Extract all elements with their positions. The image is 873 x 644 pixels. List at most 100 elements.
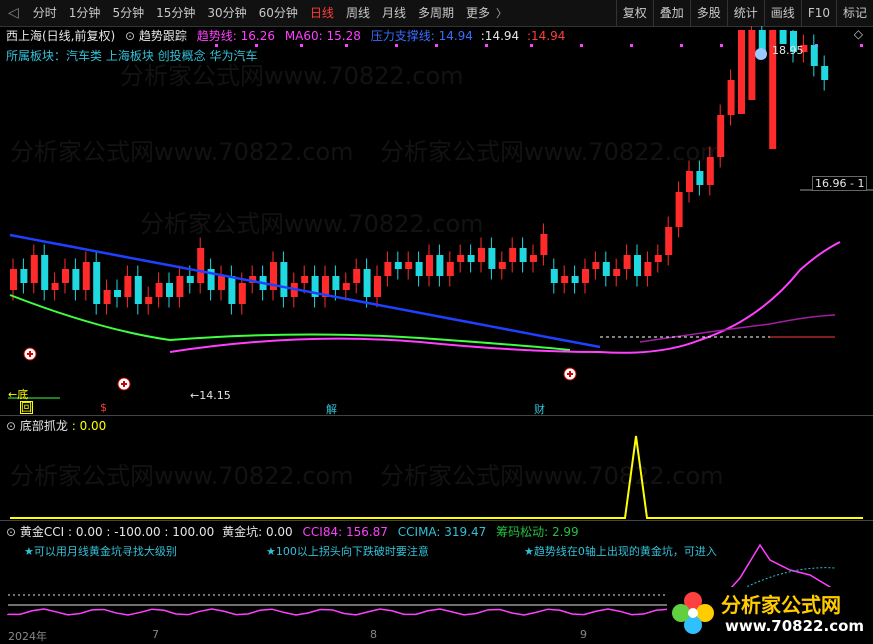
candle xyxy=(602,262,610,276)
tab-2[interactable]: 5分钟 xyxy=(106,0,150,26)
candle xyxy=(727,80,735,115)
candle xyxy=(228,276,236,304)
tab-3[interactable]: 15分钟 xyxy=(150,0,201,26)
candle xyxy=(384,262,392,276)
candle xyxy=(155,283,163,297)
candle xyxy=(561,276,569,283)
candle xyxy=(353,269,361,283)
candle xyxy=(41,255,49,290)
tab-4[interactable]: 30分钟 xyxy=(201,0,252,26)
date-label-month: 9 xyxy=(580,628,587,641)
candle xyxy=(530,255,537,262)
candle xyxy=(218,276,225,290)
candle xyxy=(634,255,641,276)
candle xyxy=(644,262,652,276)
purple-line xyxy=(639,314,836,343)
candle xyxy=(363,269,371,297)
tool-4[interactable]: 画线 xyxy=(763,0,801,26)
toolbar-tools: 复权 叠加 多股 统计 画线 F10 标记 xyxy=(615,0,873,26)
marker-dot xyxy=(345,44,348,47)
tab-7[interactable]: 周线 xyxy=(340,0,376,26)
tab-9[interactable]: 多周期 xyxy=(412,0,460,26)
bottom-marker: ←底 xyxy=(8,388,29,401)
candle xyxy=(124,276,132,297)
marker-dot xyxy=(255,44,258,47)
tab-6[interactable]: 日线 xyxy=(304,0,340,26)
candle xyxy=(405,262,413,269)
candle xyxy=(654,255,662,262)
tab-5[interactable]: 60分钟 xyxy=(253,0,304,26)
candle xyxy=(30,255,38,283)
candle xyxy=(301,276,309,283)
marker-dot xyxy=(860,44,863,47)
tool-5[interactable]: F10 xyxy=(800,0,836,26)
candle xyxy=(478,248,485,262)
candle xyxy=(166,283,173,297)
tab-0[interactable]: 分时 xyxy=(27,0,63,26)
tool-0[interactable]: 复权 xyxy=(615,0,653,26)
candlestick-chart[interactable] xyxy=(0,26,873,416)
candle xyxy=(571,276,579,283)
candle xyxy=(51,283,59,290)
pinwheel-logo-icon xyxy=(672,592,714,634)
dragon-line xyxy=(10,435,863,519)
candle xyxy=(186,276,194,283)
candle xyxy=(197,248,205,283)
marker-dot xyxy=(485,44,488,47)
candle xyxy=(436,255,444,276)
candle xyxy=(821,66,829,80)
high-marker xyxy=(755,48,767,60)
candle xyxy=(374,276,381,297)
candle xyxy=(103,290,111,304)
period-toolbar: ◁ 分时 1分钟 5分钟 15分钟 30分钟 60分钟 日线 周线 月线 多周期 更多〉 复权 叠加多… xyxy=(0,0,873,27)
candle xyxy=(394,262,402,269)
tab-10[interactable]: 更多 xyxy=(460,0,496,26)
tool-6[interactable]: 标记 xyxy=(835,0,873,26)
candle xyxy=(82,262,90,290)
tool-3[interactable]: 统计 xyxy=(726,0,764,26)
candle xyxy=(498,262,506,269)
candle xyxy=(665,227,673,255)
candle xyxy=(810,45,818,66)
candle xyxy=(114,290,121,297)
candle xyxy=(686,171,693,192)
candle xyxy=(72,269,80,290)
candle xyxy=(488,248,496,269)
site-logo: 分析家公式网 www.70822.com xyxy=(667,587,867,639)
candle xyxy=(779,30,787,44)
candle xyxy=(415,262,423,276)
candle xyxy=(509,248,517,262)
marker-dot xyxy=(680,44,683,47)
tab-1[interactable]: 1分钟 xyxy=(63,0,107,26)
tool-2[interactable]: 多股 xyxy=(689,0,727,26)
candle xyxy=(717,115,725,157)
marker-dot xyxy=(530,44,533,47)
price-tag: 16.96 - 1 xyxy=(812,176,868,191)
chevron-left-icon[interactable]: ◁ xyxy=(0,5,27,21)
tab-8[interactable]: 月线 xyxy=(376,0,412,26)
tool-1[interactable]: 叠加 xyxy=(652,0,690,26)
marker-dot xyxy=(435,44,438,47)
candle xyxy=(426,255,433,276)
dollar-marker: $ xyxy=(100,401,107,414)
candle xyxy=(20,269,28,283)
bottom-dragon-chart[interactable] xyxy=(0,416,873,521)
candle xyxy=(623,255,631,269)
date-label-month: 8 xyxy=(370,628,377,641)
logo-name: 分析家公式网 xyxy=(721,593,841,617)
chevron-right-icon[interactable]: 〉 xyxy=(496,5,511,21)
candle xyxy=(446,262,454,276)
marker-dot xyxy=(395,44,398,47)
trend-line xyxy=(169,241,841,354)
candle xyxy=(342,283,350,290)
candle xyxy=(748,30,756,100)
logo-url: www.70822.com xyxy=(725,617,865,635)
candle xyxy=(10,269,17,290)
candle xyxy=(93,262,101,304)
candle xyxy=(550,269,558,283)
marker-dot xyxy=(630,44,633,47)
period-tabs: 分时 1分钟 5分钟 15分钟 30分钟 60分钟 日线 周线 月线 多周期 更多〉 xyxy=(27,0,511,26)
candle xyxy=(145,297,153,304)
candle xyxy=(582,269,589,283)
candle xyxy=(696,171,704,185)
